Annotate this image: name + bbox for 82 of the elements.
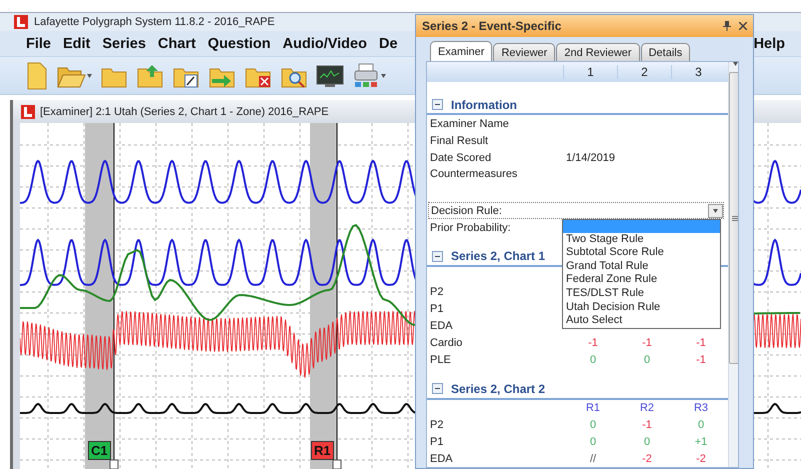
document-icon: [26, 62, 48, 90]
score-cell-text: +1: [694, 436, 708, 448]
document-title: [Examiner] 2:1 Utah (Series 2, Chart 1 - Zone) 2016_RAPE: [40, 106, 329, 118]
close-icon[interactable]: [739, 22, 747, 30]
dropdown-option[interactable]: Auto Select: [563, 314, 720, 328]
menu-item[interactable]: Audio/Video: [282, 36, 367, 52]
score-cell-text: 0: [642, 354, 652, 366]
score-cell-text: 0: [588, 418, 598, 431]
collapse-icon[interactable]: [432, 250, 443, 262]
score-cell-text: 0: [588, 354, 598, 366]
panel-title: Series 2 - Event-Specific: [422, 19, 562, 33]
tab[interactable]: Reviewer: [493, 43, 556, 61]
row-label: P2: [430, 418, 444, 431]
app-logo: [14, 15, 28, 30]
scrollbar[interactable]: [728, 62, 738, 467]
menu-item[interactable]: De: [378, 36, 398, 52]
dropdown-caret-icon: [381, 74, 386, 78]
field-value: 1/14/2019: [566, 152, 616, 164]
section-title: Information: [451, 98, 517, 112]
dropdown-option[interactable]: Subtotal Score Rule: [563, 246, 720, 260]
score-cell-text: 0: [588, 436, 598, 448]
event-handle[interactable]: [110, 460, 118, 469]
column-label: 2: [617, 64, 671, 79]
window-title: Lafayette Polygraph System 11.8.2 - 2016_RAPE: [34, 16, 275, 28]
folder-upload-icon: [136, 62, 164, 89]
score-cell-text: -2: [695, 452, 707, 465]
column-label: R1: [584, 402, 602, 414]
score-cell-text: -2: [641, 452, 653, 465]
dropdown-caret-icon: [732, 62, 738, 66]
score-cell-text: -1: [587, 336, 599, 349]
event-handle[interactable]: [332, 460, 342, 469]
row-label: EDA: [430, 452, 454, 465]
row-label: P1: [430, 436, 444, 448]
dropdown-button[interactable]: [708, 204, 723, 218]
field-label: Prior Probability:: [430, 222, 512, 234]
score-cell-text: 0: [642, 436, 652, 448]
row-label: PLE: [430, 354, 452, 366]
field-label: Examiner Name: [430, 118, 510, 130]
menu-item[interactable]: Question: [208, 36, 271, 52]
score-cell-text: -1: [641, 336, 653, 349]
score-cell-text: -1: [641, 418, 653, 431]
collapse-icon[interactable]: [432, 99, 443, 110]
section-title: Series 2, Chart 2: [451, 382, 546, 396]
menu-item[interactable]: File: [26, 36, 51, 52]
column-label: 3: [671, 64, 725, 79]
field-label: Countermeasures: [430, 168, 518, 180]
menu-item[interactable]: Series: [102, 36, 146, 52]
column-label: R2: [638, 402, 656, 414]
dropdown-option[interactable]: TES/DLST Rule: [563, 286, 720, 301]
printer-icon: [352, 62, 380, 90]
score-cell-text: -1: [695, 336, 707, 349]
row-label: P1: [430, 303, 444, 316]
tab[interactable]: Examiner: [430, 41, 492, 61]
score-cell-text: -1: [695, 354, 707, 366]
row-label: P2: [430, 286, 444, 298]
menu-item[interactable]: Edit: [62, 36, 90, 52]
event-marker[interactable]: R1: [311, 441, 334, 460]
dropdown-label: Decision Rule:: [431, 204, 502, 217]
field-label: Final Result: [430, 134, 490, 147]
score-cell-text: //: [588, 452, 598, 465]
pin-icon[interactable]: [723, 21, 731, 31]
monitor-icon: [316, 64, 344, 88]
dropdown-caret-icon: [87, 74, 92, 78]
row-label: Cardio: [430, 336, 464, 349]
grip-icon: [732, 216, 738, 220]
menu-item[interactable]: Help: [754, 36, 785, 52]
dropdown-option[interactable]: Utah Decision Rule: [563, 300, 720, 314]
dropdown-caret-icon: [713, 208, 718, 213]
menu-item[interactable]: Chart: [158, 36, 196, 52]
column-label: 1: [563, 64, 617, 79]
field-label: Date Scored: [430, 152, 492, 164]
tab[interactable]: Details: [640, 43, 690, 61]
score-cell-text: 0: [696, 418, 706, 431]
tab[interactable]: 2nd Reviewer: [556, 43, 640, 61]
document-logo: [21, 104, 35, 118]
collapse-icon[interactable]: [432, 383, 443, 394]
column-label: R3: [692, 402, 710, 414]
section-title: Series 2, Chart 1: [451, 249, 546, 264]
event-marker[interactable]: C1: [88, 441, 111, 460]
dropdown-option[interactable]: Two Stage Rule: [563, 232, 720, 246]
dropdown-option[interactable]: Federal Zone Rule: [563, 273, 720, 287]
dropdown-option[interactable]: Grand Total Rule: [563, 260, 720, 274]
